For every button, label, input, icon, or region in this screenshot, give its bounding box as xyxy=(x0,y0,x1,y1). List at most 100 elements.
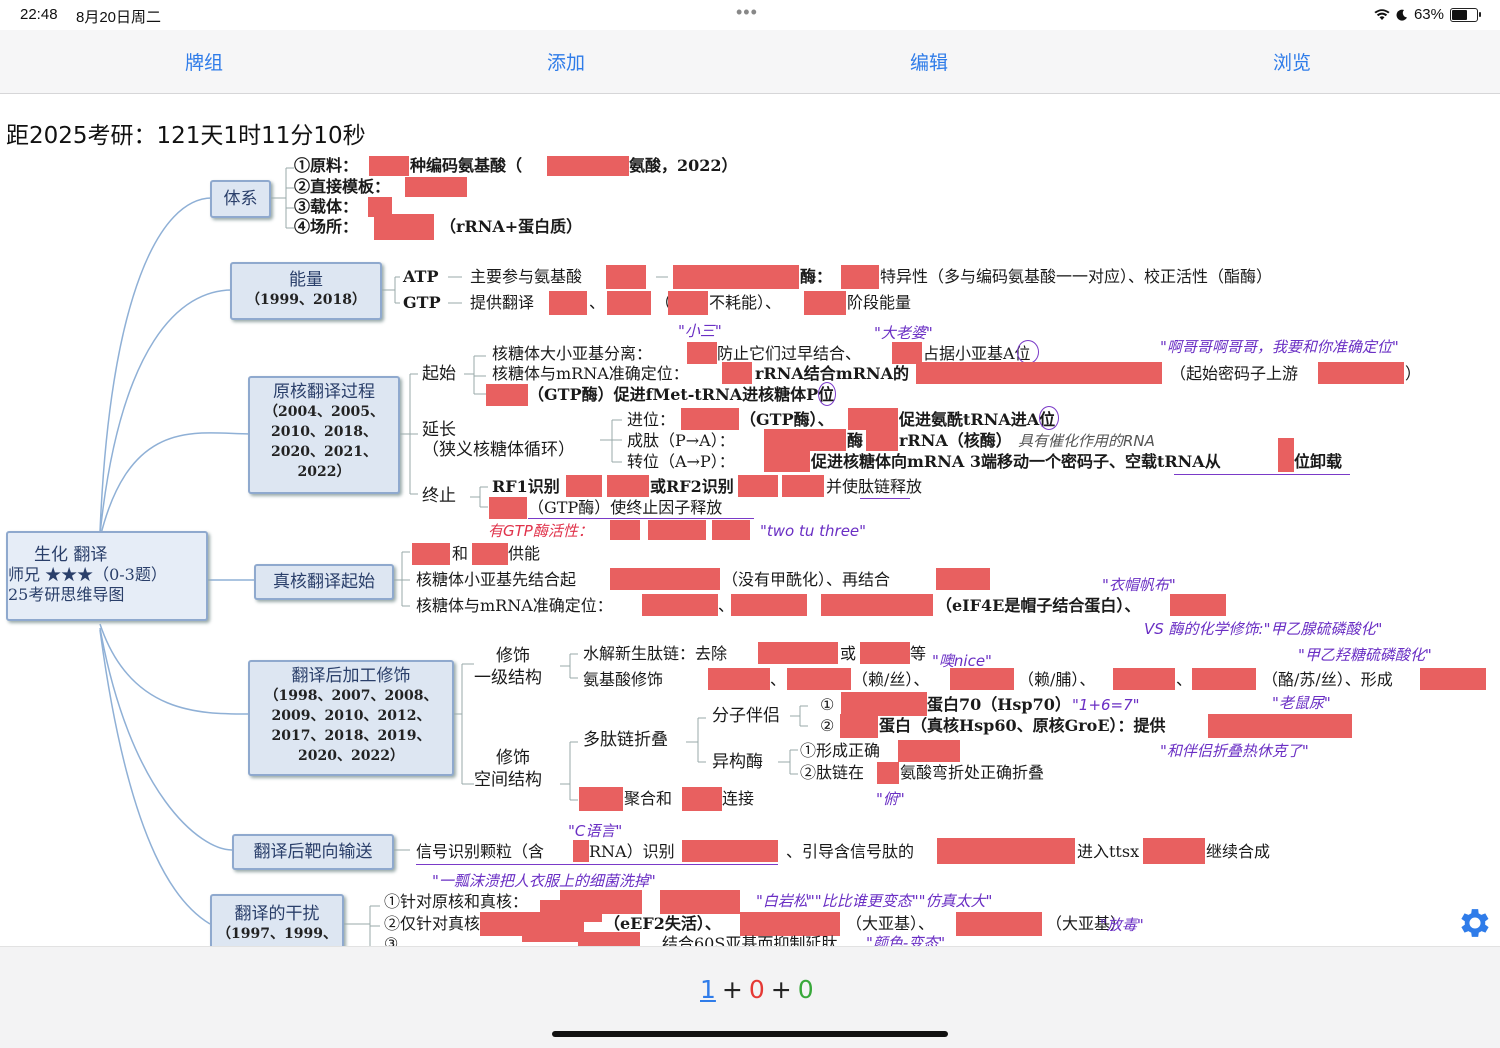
cloze-mask[interactable] xyxy=(1420,668,1486,690)
gtp-text: 提供翻译 xyxy=(470,293,535,312)
multitask-dots-icon[interactable]: ••• xyxy=(736,2,758,23)
hw-mark xyxy=(528,518,754,519)
cloze-mask[interactable] xyxy=(673,265,799,289)
cloze-mask[interactable] xyxy=(480,912,526,936)
cloze-mask[interactable] xyxy=(731,594,807,616)
cloze-mask[interactable] xyxy=(764,450,810,472)
cloze-mask[interactable] xyxy=(764,429,846,451)
cloze-mask[interactable] xyxy=(841,265,879,289)
ganrao-b3: （大亚基）、 xyxy=(846,914,935,933)
cloze-mask[interactable] xyxy=(848,408,898,430)
battery-percent: 63% xyxy=(1413,6,1444,23)
qishi-2b: rRNA结合mRNA的 xyxy=(755,364,910,383)
cloze-mask[interactable] xyxy=(1113,668,1175,690)
qishi-2d: ） xyxy=(1405,364,1422,383)
node-ganrao-title: 翻译的干扰 xyxy=(234,904,320,924)
cloze-mask[interactable] xyxy=(1278,438,1294,472)
cloze-mask[interactable] xyxy=(610,520,640,540)
cloze-mask[interactable] xyxy=(740,912,840,936)
cloze-mask[interactable] xyxy=(708,668,770,690)
jiagong-fz2b: 蛋白（真核Hsp60、原核GroE）：提供 xyxy=(879,716,1166,735)
cloze-mask[interactable] xyxy=(738,475,778,497)
hw-xiaosan: "小三" xyxy=(678,322,722,340)
node-ganrao-years: （1997、1999、 xyxy=(217,926,337,942)
cloze-mask[interactable] xyxy=(566,475,602,497)
zhenhe-a2: 供能 xyxy=(508,544,541,563)
cloze-mask[interactable] xyxy=(1170,594,1226,616)
cloze-mask[interactable] xyxy=(1143,838,1205,864)
cloze-mask[interactable] xyxy=(540,900,602,922)
cloze-mask[interactable] xyxy=(489,497,527,519)
cloze-mask[interactable] xyxy=(898,740,960,762)
cloze-mask[interactable] xyxy=(412,543,450,565)
cloze-mask[interactable] xyxy=(405,177,467,197)
jiagong-s2b: 、 xyxy=(770,670,787,689)
tab-edit[interactable]: 编辑 xyxy=(910,48,948,75)
cloze-mask[interactable] xyxy=(573,840,589,862)
hw-gtp-note: 有GTP酶活性： xyxy=(488,522,593,540)
gear-icon[interactable] xyxy=(1456,904,1494,942)
cloze-mask[interactable] xyxy=(758,642,838,664)
jiagong-fz: 分子伴侣 xyxy=(712,706,780,726)
cloze-mask[interactable] xyxy=(606,265,646,289)
cloze-mask[interactable] xyxy=(579,787,623,811)
cloze-mask[interactable] xyxy=(369,156,409,176)
cloze-mask[interactable] xyxy=(722,362,752,384)
cloze-mask[interactable] xyxy=(472,543,508,565)
cloze-mask[interactable] xyxy=(841,692,927,716)
tab-add[interactable]: 添加 xyxy=(547,48,585,75)
node-yuanhe-years-4: 2022） xyxy=(297,464,351,480)
tab-browse[interactable]: 浏览 xyxy=(1273,48,1311,75)
cloze-mask[interactable] xyxy=(578,932,640,946)
learning-count: 0 xyxy=(748,975,765,1004)
cloze-mask[interactable] xyxy=(681,408,739,430)
cloze-mask[interactable] xyxy=(660,890,740,914)
cloze-mask[interactable] xyxy=(804,291,846,315)
zhenhe-c3: （eIF4E是帽子结合蛋白）、 xyxy=(936,596,1141,615)
cloze-mask[interactable] xyxy=(787,668,851,690)
cloze-mask[interactable] xyxy=(782,475,824,497)
cloze-mask[interactable] xyxy=(682,840,778,862)
cloze-mask[interactable] xyxy=(547,156,629,176)
cloze-mask[interactable] xyxy=(610,568,720,590)
cloze-mask[interactable] xyxy=(956,912,1042,936)
cloze-mask[interactable] xyxy=(607,291,651,315)
cloze-mask[interactable] xyxy=(607,475,649,497)
cloze-mask[interactable] xyxy=(821,594,933,616)
cloze-mask[interactable] xyxy=(682,787,722,811)
cloze-mask[interactable] xyxy=(950,668,1014,690)
cloze-mask[interactable] xyxy=(892,342,922,364)
hw-mark xyxy=(416,864,778,865)
hw-mark xyxy=(860,498,910,499)
cloze-mask[interactable] xyxy=(877,762,899,784)
cloze-mask[interactable] xyxy=(642,594,718,616)
cloze-mask[interactable] xyxy=(937,838,1075,864)
cloze-mask[interactable] xyxy=(936,568,990,590)
node-yuanhe-title: 原核翻译过程 xyxy=(273,382,375,402)
cloze-mask[interactable] xyxy=(1192,668,1256,690)
cloze-mask[interactable] xyxy=(840,714,878,738)
qishi-2: 核糖体与mRNA准确定位： xyxy=(492,364,689,383)
cloze-mask[interactable] xyxy=(712,520,750,540)
cloze-mask[interactable] xyxy=(486,384,528,406)
cloze-mask[interactable] xyxy=(1208,714,1352,738)
baxiang-c: 、引导含信号肽的 xyxy=(786,842,915,861)
cloze-mask[interactable] xyxy=(648,520,706,540)
zhongzhi-2: （GTP酶）使终止因子释放 xyxy=(528,498,723,517)
cloze-mask[interactable] xyxy=(374,214,434,240)
qishi-3: （GTP酶）促进fMet-tRNA进核糖体P位 xyxy=(528,385,835,404)
tab-decks[interactable]: 牌组 xyxy=(185,48,223,75)
cloze-mask[interactable] xyxy=(1318,362,1404,384)
cloze-mask[interactable] xyxy=(668,291,708,315)
cloze-mask[interactable] xyxy=(866,429,898,451)
review-bar: 1 +0 +0 xyxy=(0,946,1500,1048)
hw-c-yuyan: "C语言" xyxy=(568,822,623,840)
cloze-mask[interactable] xyxy=(687,342,717,364)
cloze-mask[interactable] xyxy=(916,362,1162,384)
node-jiagong: 翻译后加工修饰 （1998、2007、2008、 2009、2010、2012、… xyxy=(248,660,454,776)
node-yuanhe: 原核翻译过程 （2004、2005、 2010、2018、 2020、2021、… xyxy=(248,376,400,494)
home-indicator[interactable] xyxy=(552,1031,948,1037)
node-jiagong-years-1: （1998、2007、2008、 xyxy=(264,688,438,704)
cloze-mask[interactable] xyxy=(549,291,587,315)
cloze-mask[interactable] xyxy=(860,642,910,664)
